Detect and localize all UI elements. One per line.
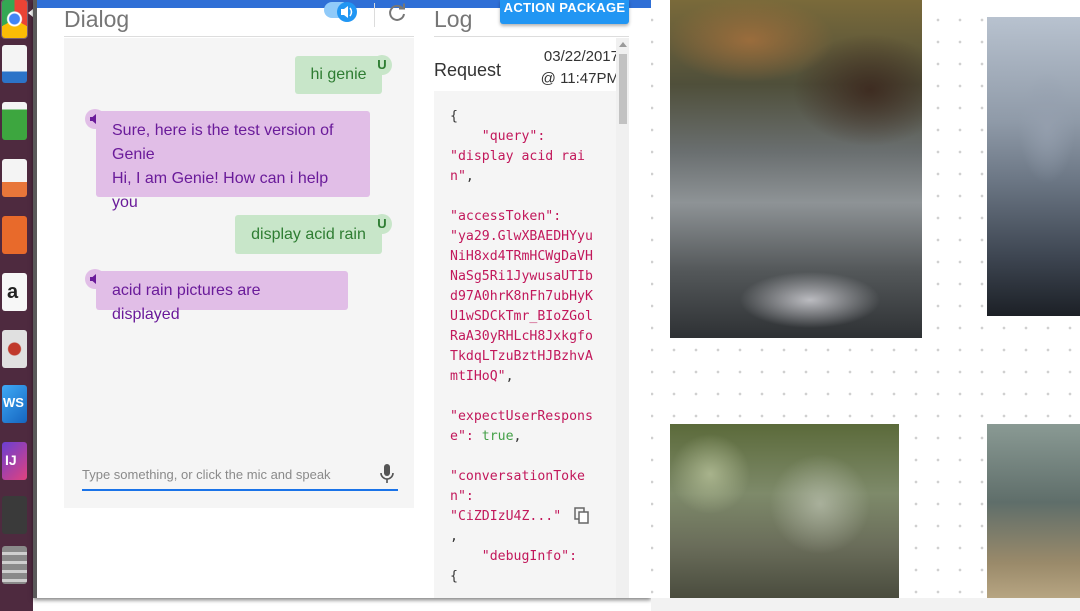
agent-message-line: Genie <box>112 146 155 163</box>
launcher: a WS IJ <box>0 0 33 611</box>
dialog-title: Dialog <box>64 6 130 32</box>
acid-rain-photo[interactable] <box>987 424 1080 598</box>
dialog-panel: hi genie U Sure, here is the test versio… <box>64 38 414 508</box>
writer-icon[interactable] <box>2 45 27 83</box>
message-input[interactable] <box>82 467 367 482</box>
agent-message-line: Sure, here is the test version of <box>112 122 334 139</box>
log-divider <box>434 36 629 37</box>
terminal-icon[interactable] <box>2 496 27 534</box>
user-message-text: display acid rain <box>251 226 366 243</box>
agent-message: acid rain pictures are displayed <box>96 271 348 323</box>
scroll-up-arrow-icon[interactable] <box>619 42 627 47</box>
user-message: hi genie <box>295 56 382 94</box>
json-key: "debugInfo": <box>481 549 578 564</box>
dialog-divider <box>64 36 414 37</box>
agent-message-line: Hi, I am Genie! How can i help you <box>112 170 329 211</box>
json-value: "ya29.GlwXBAEDHYyuNiH8xd4TRmHCWgDaVHNaSg… <box>450 229 593 384</box>
vscode-icon[interactable]: WS <box>2 385 27 423</box>
log-scrollbar[interactable] <box>616 38 629 598</box>
message-input-wrapper <box>82 461 398 491</box>
json-key: "conversationToken": <box>450 469 585 504</box>
scroll-thumb[interactable] <box>619 54 627 124</box>
amazon-icon[interactable]: a <box>2 273 27 311</box>
copy-icon[interactable] <box>574 507 590 525</box>
settings-icon[interactable] <box>2 330 27 368</box>
window-bottom-edge <box>651 598 1080 611</box>
simulator-window: Dialog hi genie U Sure, here is the test… <box>33 0 651 598</box>
software-center-icon[interactable] <box>2 216 27 254</box>
json-key: "expectUserResponse": <box>450 409 593 444</box>
acid-rain-photo[interactable] <box>987 17 1080 316</box>
mic-icon[interactable] <box>379 463 395 485</box>
request-label: Request <box>434 60 502 80</box>
user-message-text: hi genie <box>310 66 367 83</box>
refresh-icon[interactable] <box>387 2 407 22</box>
speaker-toggle[interactable] <box>323 0 357 22</box>
chrome-icon[interactable] <box>2 0 27 38</box>
intellij-icon[interactable]: IJ <box>2 442 27 480</box>
agent-message-line: acid rain pictures are displayed <box>112 282 261 323</box>
impress-icon[interactable] <box>2 159 27 197</box>
files-icon[interactable] <box>2 546 27 584</box>
calc-icon[interactable] <box>2 102 27 140</box>
action-package-button[interactable]: ACTION PACKAGE <box>500 0 629 24</box>
log-title: Log <box>434 6 473 32</box>
json-value: "display acid rain" <box>450 149 585 184</box>
request-timestamp: 03/22/2017 @ 11:47PM <box>515 46 619 90</box>
user-badge: U <box>372 55 392 75</box>
speaker-icon <box>324 2 357 22</box>
json-value: true <box>481 429 514 444</box>
acid-rain-photo[interactable] <box>670 424 899 598</box>
agent-message: Sure, here is the test version of Genie … <box>96 111 370 211</box>
request-date: 03/22/2017 <box>543 48 619 65</box>
request-time: @ 11:47PM <box>540 70 619 87</box>
json-key: "query": <box>481 129 546 144</box>
json-key: "accessToken": <box>450 209 562 224</box>
json-value: "CiZDIzU4Z..." <box>450 509 562 524</box>
acid-rain-photo[interactable] <box>670 0 922 338</box>
image-results-area <box>651 0 1080 611</box>
user-badge: U <box>372 214 392 234</box>
header-divider <box>374 3 375 27</box>
user-message: display acid rain <box>235 215 382 254</box>
